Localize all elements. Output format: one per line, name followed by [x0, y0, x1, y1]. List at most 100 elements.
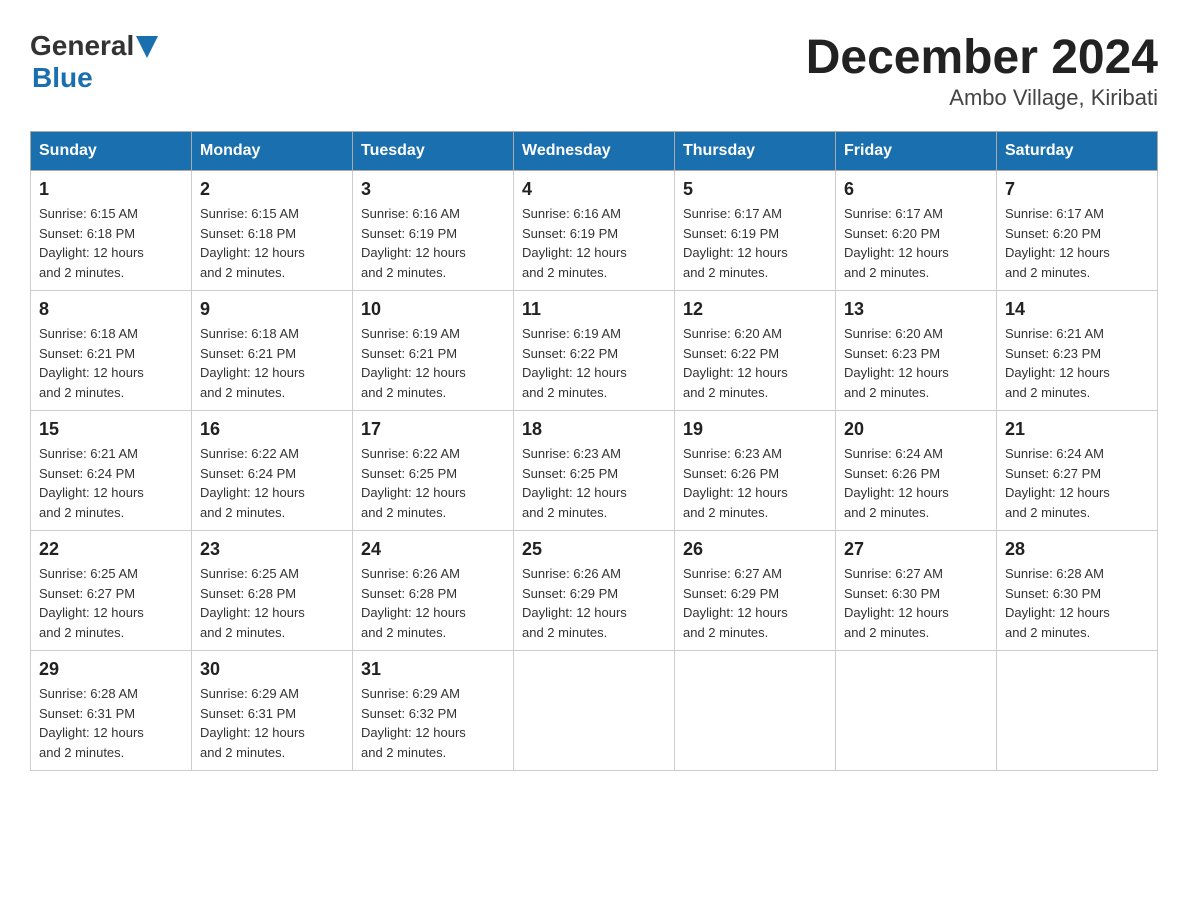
calendar-day-cell: 5 Sunrise: 6:17 AMSunset: 6:19 PMDayligh…: [675, 171, 836, 291]
calendar-day-cell: 6 Sunrise: 6:17 AMSunset: 6:20 PMDayligh…: [836, 171, 997, 291]
calendar-day-cell: 18 Sunrise: 6:23 AMSunset: 6:25 PMDaylig…: [514, 411, 675, 531]
day-header-friday: Friday: [836, 132, 997, 171]
calendar-day-cell: 12 Sunrise: 6:20 AMSunset: 6:22 PMDaylig…: [675, 291, 836, 411]
calendar-table: SundayMondayTuesdayWednesdayThursdayFrid…: [30, 131, 1158, 771]
day-header-saturday: Saturday: [997, 132, 1158, 171]
calendar-day-cell: 4 Sunrise: 6:16 AMSunset: 6:19 PMDayligh…: [514, 171, 675, 291]
logo: General Blue: [30, 30, 158, 94]
calendar-day-cell: 24 Sunrise: 6:26 AMSunset: 6:28 PMDaylig…: [353, 531, 514, 651]
calendar-day-cell: [997, 651, 1158, 771]
calendar-day-cell: 28 Sunrise: 6:28 AMSunset: 6:30 PMDaylig…: [997, 531, 1158, 651]
day-info: Sunrise: 6:26 AMSunset: 6:29 PMDaylight:…: [522, 566, 627, 640]
page-header: General Blue December 2024 Ambo Village,…: [30, 30, 1158, 111]
day-number: 25: [522, 539, 666, 560]
day-number: 6: [844, 179, 988, 200]
calendar-day-cell: 20 Sunrise: 6:24 AMSunset: 6:26 PMDaylig…: [836, 411, 997, 531]
calendar-day-cell: 10 Sunrise: 6:19 AMSunset: 6:21 PMDaylig…: [353, 291, 514, 411]
day-number: 1: [39, 179, 183, 200]
day-info: Sunrise: 6:16 AMSunset: 6:19 PMDaylight:…: [522, 206, 627, 280]
day-number: 30: [200, 659, 344, 680]
calendar-day-cell: [514, 651, 675, 771]
day-info: Sunrise: 6:22 AMSunset: 6:24 PMDaylight:…: [200, 446, 305, 520]
calendar-day-cell: 21 Sunrise: 6:24 AMSunset: 6:27 PMDaylig…: [997, 411, 1158, 531]
calendar-week-row: 1 Sunrise: 6:15 AMSunset: 6:18 PMDayligh…: [31, 171, 1158, 291]
day-info: Sunrise: 6:23 AMSunset: 6:26 PMDaylight:…: [683, 446, 788, 520]
day-header-tuesday: Tuesday: [353, 132, 514, 171]
day-info: Sunrise: 6:17 AMSunset: 6:20 PMDaylight:…: [1005, 206, 1110, 280]
day-number: 5: [683, 179, 827, 200]
calendar-day-cell: 11 Sunrise: 6:19 AMSunset: 6:22 PMDaylig…: [514, 291, 675, 411]
day-header-thursday: Thursday: [675, 132, 836, 171]
calendar-day-cell: 27 Sunrise: 6:27 AMSunset: 6:30 PMDaylig…: [836, 531, 997, 651]
day-header-monday: Monday: [192, 132, 353, 171]
day-info: Sunrise: 6:22 AMSunset: 6:25 PMDaylight:…: [361, 446, 466, 520]
day-number: 9: [200, 299, 344, 320]
day-header-sunday: Sunday: [31, 132, 192, 171]
calendar-day-cell: 25 Sunrise: 6:26 AMSunset: 6:29 PMDaylig…: [514, 531, 675, 651]
calendar-day-cell: 9 Sunrise: 6:18 AMSunset: 6:21 PMDayligh…: [192, 291, 353, 411]
day-info: Sunrise: 6:24 AMSunset: 6:26 PMDaylight:…: [844, 446, 949, 520]
day-number: 27: [844, 539, 988, 560]
day-info: Sunrise: 6:19 AMSunset: 6:22 PMDaylight:…: [522, 326, 627, 400]
day-info: Sunrise: 6:24 AMSunset: 6:27 PMDaylight:…: [1005, 446, 1110, 520]
day-number: 28: [1005, 539, 1149, 560]
calendar-day-cell: 13 Sunrise: 6:20 AMSunset: 6:23 PMDaylig…: [836, 291, 997, 411]
day-info: Sunrise: 6:19 AMSunset: 6:21 PMDaylight:…: [361, 326, 466, 400]
day-number: 3: [361, 179, 505, 200]
day-info: Sunrise: 6:28 AMSunset: 6:30 PMDaylight:…: [1005, 566, 1110, 640]
calendar-day-cell: 16 Sunrise: 6:22 AMSunset: 6:24 PMDaylig…: [192, 411, 353, 531]
calendar-day-cell: 30 Sunrise: 6:29 AMSunset: 6:31 PMDaylig…: [192, 651, 353, 771]
day-number: 21: [1005, 419, 1149, 440]
calendar-day-cell: 7 Sunrise: 6:17 AMSunset: 6:20 PMDayligh…: [997, 171, 1158, 291]
day-info: Sunrise: 6:15 AMSunset: 6:18 PMDaylight:…: [39, 206, 144, 280]
day-info: Sunrise: 6:26 AMSunset: 6:28 PMDaylight:…: [361, 566, 466, 640]
day-info: Sunrise: 6:20 AMSunset: 6:22 PMDaylight:…: [683, 326, 788, 400]
day-info: Sunrise: 6:16 AMSunset: 6:19 PMDaylight:…: [361, 206, 466, 280]
day-info: Sunrise: 6:25 AMSunset: 6:27 PMDaylight:…: [39, 566, 144, 640]
day-info: Sunrise: 6:21 AMSunset: 6:24 PMDaylight:…: [39, 446, 144, 520]
calendar-day-cell: [675, 651, 836, 771]
day-number: 8: [39, 299, 183, 320]
calendar-week-row: 15 Sunrise: 6:21 AMSunset: 6:24 PMDaylig…: [31, 411, 1158, 531]
calendar-day-cell: 15 Sunrise: 6:21 AMSunset: 6:24 PMDaylig…: [31, 411, 192, 531]
calendar-day-cell: 8 Sunrise: 6:18 AMSunset: 6:21 PMDayligh…: [31, 291, 192, 411]
calendar-day-cell: 14 Sunrise: 6:21 AMSunset: 6:23 PMDaylig…: [997, 291, 1158, 411]
day-info: Sunrise: 6:18 AMSunset: 6:21 PMDaylight:…: [200, 326, 305, 400]
calendar-day-cell: 3 Sunrise: 6:16 AMSunset: 6:19 PMDayligh…: [353, 171, 514, 291]
calendar-day-cell: 29 Sunrise: 6:28 AMSunset: 6:31 PMDaylig…: [31, 651, 192, 771]
day-info: Sunrise: 6:17 AMSunset: 6:20 PMDaylight:…: [844, 206, 949, 280]
day-info: Sunrise: 6:23 AMSunset: 6:25 PMDaylight:…: [522, 446, 627, 520]
day-info: Sunrise: 6:29 AMSunset: 6:31 PMDaylight:…: [200, 686, 305, 760]
day-number: 26: [683, 539, 827, 560]
day-number: 4: [522, 179, 666, 200]
day-number: 2: [200, 179, 344, 200]
day-info: Sunrise: 6:15 AMSunset: 6:18 PMDaylight:…: [200, 206, 305, 280]
calendar-day-cell: [836, 651, 997, 771]
day-info: Sunrise: 6:18 AMSunset: 6:21 PMDaylight:…: [39, 326, 144, 400]
day-number: 7: [1005, 179, 1149, 200]
calendar-day-cell: 19 Sunrise: 6:23 AMSunset: 6:26 PMDaylig…: [675, 411, 836, 531]
day-number: 23: [200, 539, 344, 560]
title-block: December 2024 Ambo Village, Kiribati: [806, 30, 1158, 111]
calendar-day-cell: 31 Sunrise: 6:29 AMSunset: 6:32 PMDaylig…: [353, 651, 514, 771]
day-number: 17: [361, 419, 505, 440]
day-number: 11: [522, 299, 666, 320]
day-number: 16: [200, 419, 344, 440]
calendar-day-cell: 26 Sunrise: 6:27 AMSunset: 6:29 PMDaylig…: [675, 531, 836, 651]
day-number: 10: [361, 299, 505, 320]
day-number: 15: [39, 419, 183, 440]
day-info: Sunrise: 6:20 AMSunset: 6:23 PMDaylight:…: [844, 326, 949, 400]
calendar-subtitle: Ambo Village, Kiribati: [806, 85, 1158, 111]
logo-arrow-icon: [136, 36, 158, 58]
logo-blue-text: Blue: [32, 62, 93, 94]
day-header-wednesday: Wednesday: [514, 132, 675, 171]
calendar-week-row: 8 Sunrise: 6:18 AMSunset: 6:21 PMDayligh…: [31, 291, 1158, 411]
logo-general-text: General: [30, 30, 134, 62]
day-number: 19: [683, 419, 827, 440]
day-number: 18: [522, 419, 666, 440]
day-info: Sunrise: 6:27 AMSunset: 6:29 PMDaylight:…: [683, 566, 788, 640]
day-number: 12: [683, 299, 827, 320]
day-info: Sunrise: 6:27 AMSunset: 6:30 PMDaylight:…: [844, 566, 949, 640]
day-info: Sunrise: 6:25 AMSunset: 6:28 PMDaylight:…: [200, 566, 305, 640]
calendar-day-cell: 1 Sunrise: 6:15 AMSunset: 6:18 PMDayligh…: [31, 171, 192, 291]
